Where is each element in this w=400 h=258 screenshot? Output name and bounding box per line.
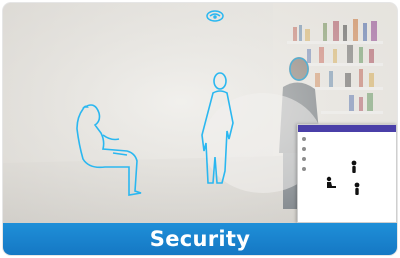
person-marker [351,160,357,173]
toolbar-dot-icon[interactable] [302,147,306,151]
security-card[interactable]: Security [3,3,397,255]
phone-map-view[interactable] [297,124,397,223]
phone-side-toolbar [302,137,308,177]
camera-scene [3,3,397,223]
toolbar-dot-icon[interactable] [302,167,306,171]
category-banner: Security [3,223,397,255]
phone-status-bar [298,125,396,132]
sitting-person-marker [326,176,336,188]
person-marker [354,182,360,195]
toolbar-dot-icon[interactable] [302,157,306,161]
occupancy-map [326,160,360,195]
toolbar-dot-icon[interactable] [302,137,306,141]
banner-title: Security [149,227,251,251]
